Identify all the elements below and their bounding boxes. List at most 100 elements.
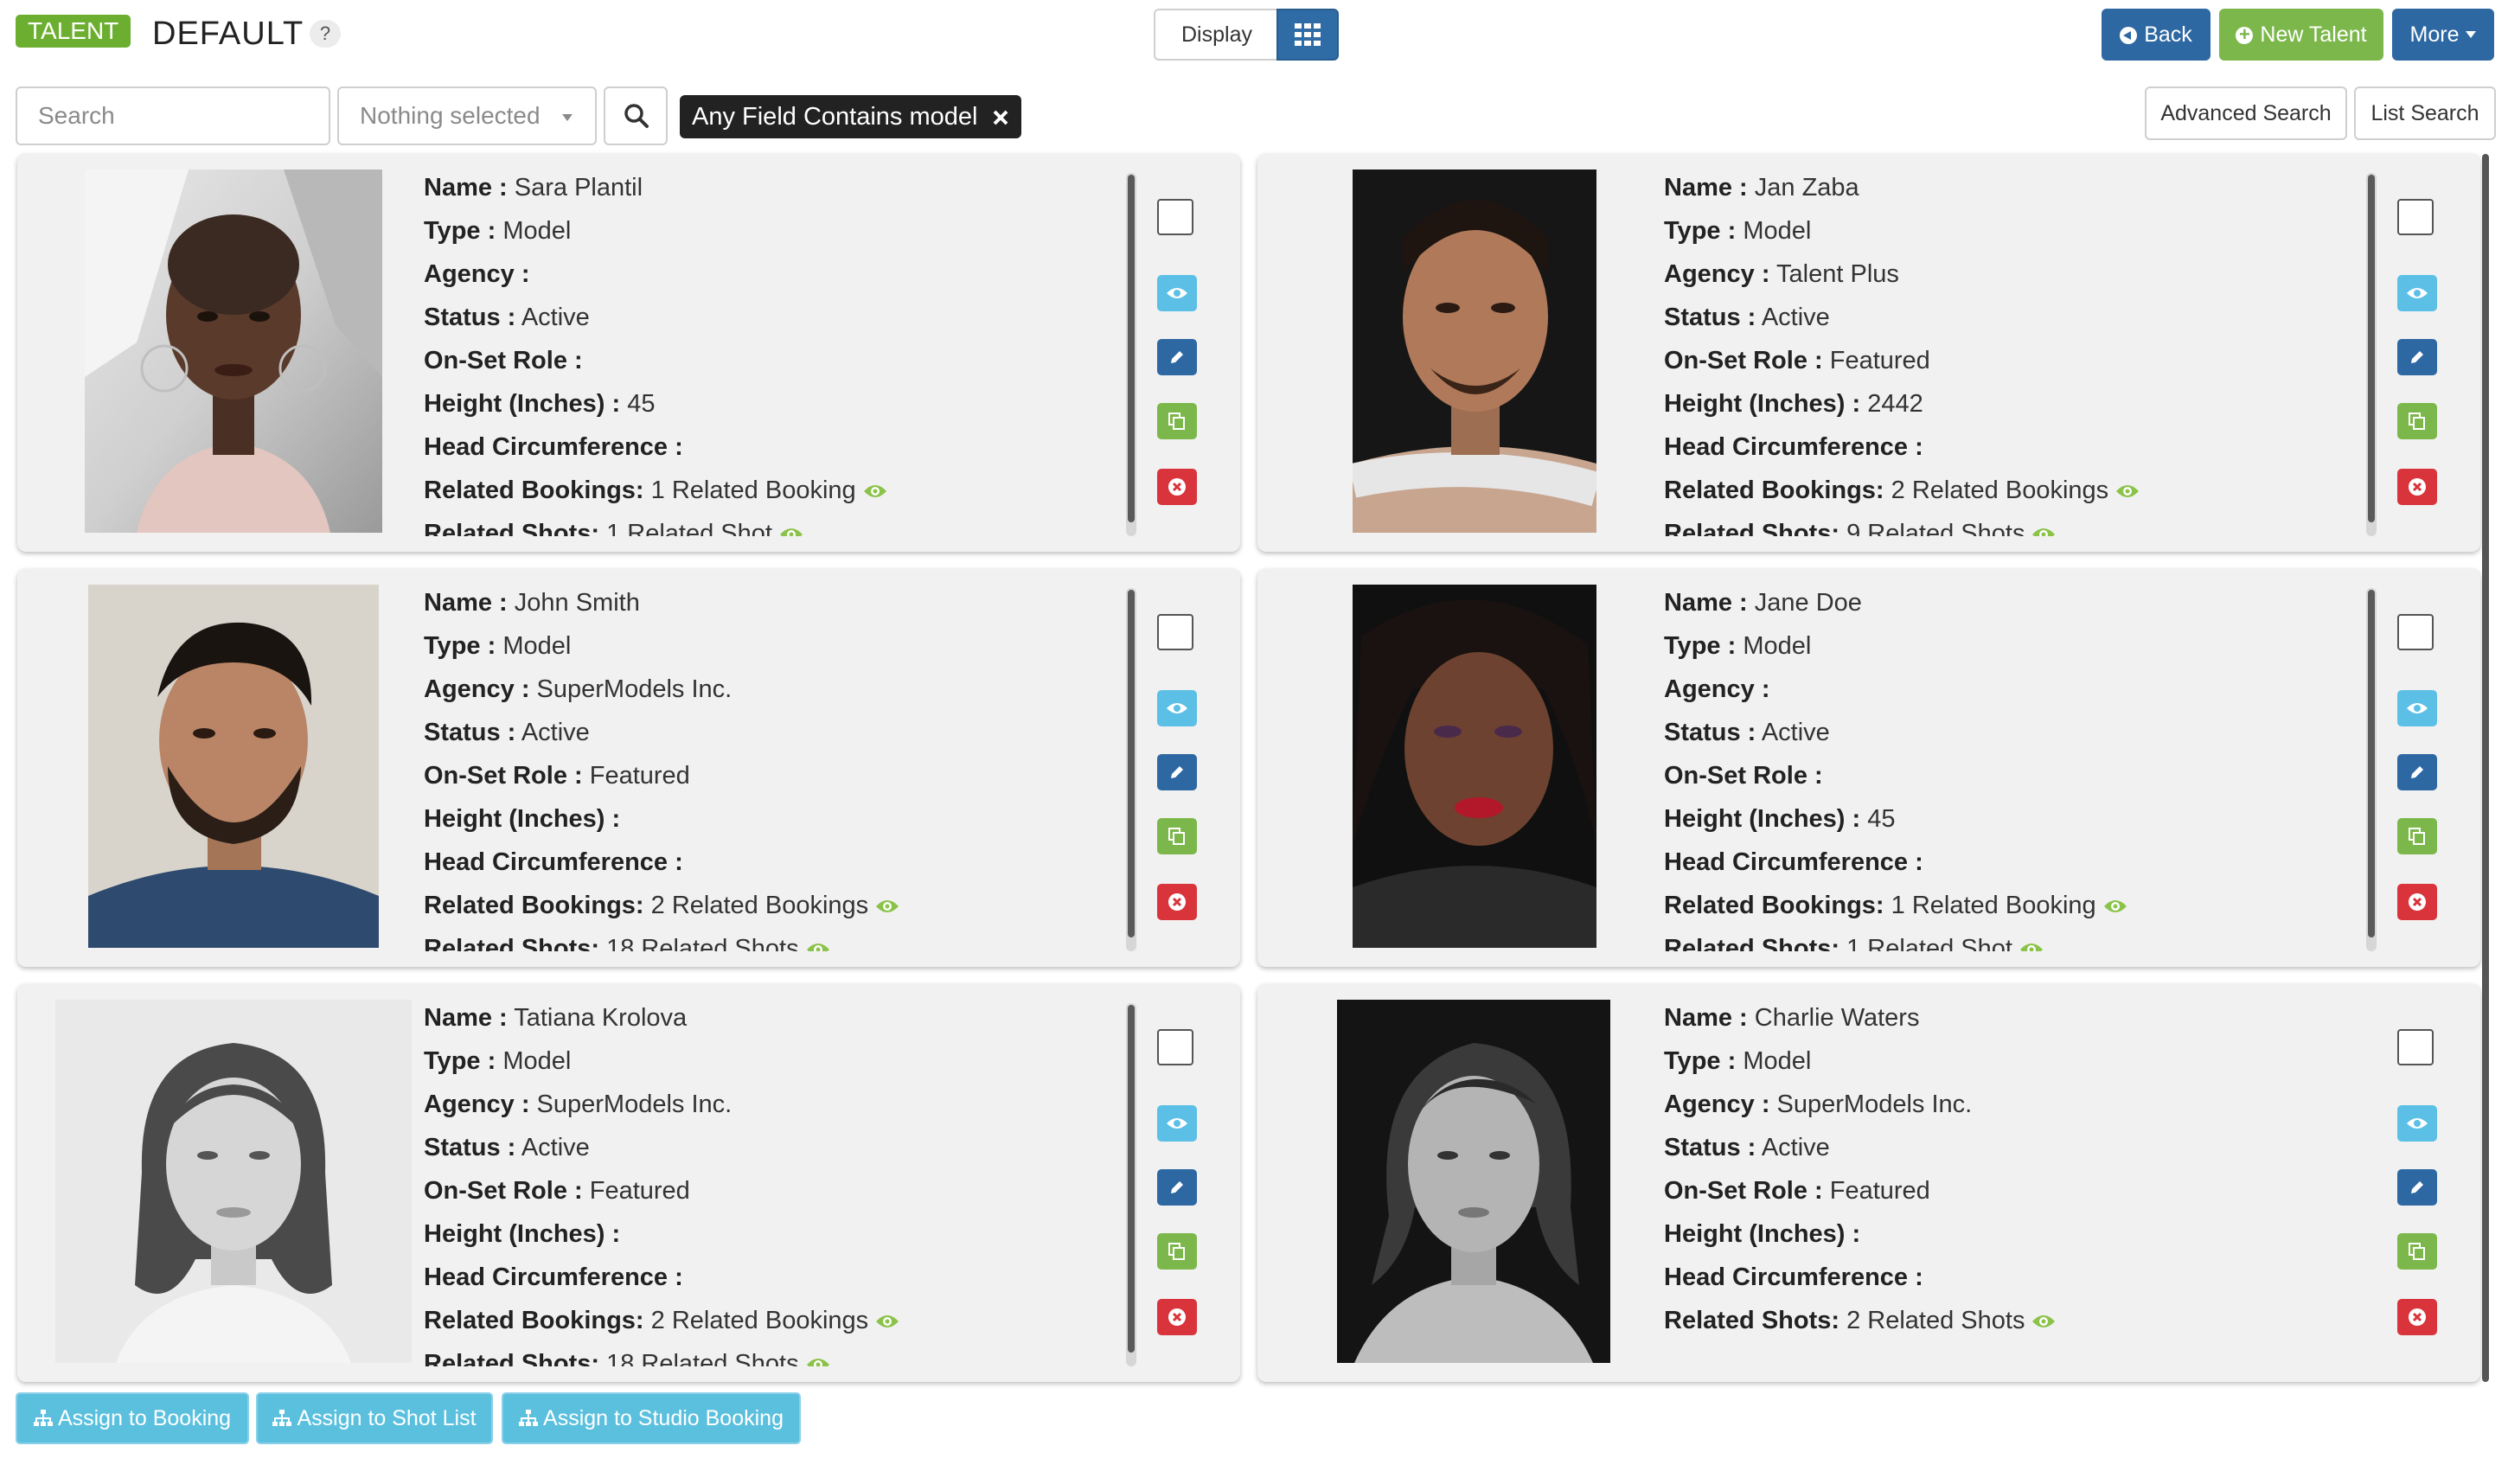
field-select[interactable]: Nothing selected — [337, 86, 597, 145]
delete-button[interactable] — [2397, 884, 2437, 920]
active-filter-chip[interactable]: Any Field Contains model — [680, 95, 1021, 138]
eye-icon[interactable] — [875, 898, 899, 915]
search-button[interactable] — [604, 86, 668, 145]
field-head: Head Circumference : — [424, 425, 1116, 469]
field-label: Head Circumference : — [424, 1263, 683, 1291]
field-label: Head Circumference : — [1664, 1263, 1923, 1291]
related-bookings-link[interactable]: 2 Related Bookings — [651, 892, 869, 919]
edit-button[interactable] — [2397, 339, 2437, 375]
field-label: Type : — [424, 632, 496, 660]
eye-icon[interactable] — [863, 483, 887, 500]
more-button[interactable]: More — [2392, 9, 2494, 61]
field-height: Height (Inches) : — [424, 1212, 1116, 1256]
related-bookings-link[interactable]: 2 Related Bookings — [1891, 477, 2109, 504]
select-checkbox[interactable] — [1157, 614, 1193, 650]
page-scrollbar[interactable] — [2480, 154, 2491, 1382]
assign-to-shot-list-button[interactable]: Assign to Shot List — [256, 1392, 493, 1444]
eye-icon[interactable] — [2031, 526, 2056, 536]
assign-to-booking-button[interactable]: Assign to Booking — [16, 1392, 249, 1444]
edit-button[interactable] — [2397, 1169, 2437, 1206]
copy-button[interactable] — [2397, 1233, 2437, 1270]
eye-icon[interactable] — [2115, 483, 2140, 500]
page-scrollbar-thumb[interactable] — [2482, 154, 2489, 1382]
list-search-button[interactable]: List Search — [2354, 86, 2496, 140]
copy-button[interactable] — [2397, 403, 2437, 439]
display-button[interactable]: Display — [1154, 9, 1278, 61]
new-talent-button-label: New Talent — [2260, 22, 2367, 47]
card-scrollbar-thumb[interactable] — [1128, 175, 1135, 522]
card-scrollbar[interactable] — [2366, 173, 2377, 536]
view-button[interactable] — [2397, 275, 2437, 311]
copy-button[interactable] — [1157, 1233, 1197, 1270]
search-input[interactable] — [16, 86, 330, 145]
edit-button[interactable] — [1157, 754, 1197, 790]
delete-button[interactable] — [1157, 884, 1197, 920]
related-bookings-link[interactable]: 2 Related Bookings — [651, 1307, 869, 1334]
edit-button[interactable] — [1157, 1169, 1197, 1206]
card-scrollbar[interactable] — [1126, 173, 1136, 536]
field-label: Status : — [424, 1134, 516, 1161]
delete-button[interactable] — [1157, 1299, 1197, 1335]
field-label: Type : — [424, 217, 496, 245]
related-shots-link[interactable]: 18 Related Shots — [606, 1350, 798, 1366]
copy-button[interactable] — [1157, 818, 1197, 854]
related-shots-link[interactable]: 2 Related Shots — [1846, 1307, 2025, 1334]
card-scrollbar-thumb[interactable] — [2368, 590, 2375, 937]
talent-photo — [1353, 585, 1596, 948]
advanced-search-button[interactable]: Advanced Search — [2145, 86, 2347, 140]
sitemap-icon — [519, 1410, 539, 1426]
related-bookings-link[interactable]: 1 Related Booking — [1891, 892, 2096, 919]
field-label: On-Set Role : — [1664, 1177, 1823, 1205]
talent-name: John Smith — [514, 589, 640, 617]
eye-icon[interactable] — [2103, 898, 2127, 915]
card-scrollbar-thumb[interactable] — [1128, 1005, 1135, 1353]
card-scrollbar-thumb[interactable] — [1128, 590, 1135, 937]
delete-button[interactable] — [2397, 1299, 2437, 1335]
new-talent-button[interactable]: New Talent — [2219, 9, 2383, 61]
edit-button[interactable] — [1157, 339, 1197, 375]
view-button[interactable] — [1157, 690, 1197, 726]
field-label: Name : — [1664, 589, 1748, 617]
close-icon[interactable] — [992, 109, 1009, 126]
related-shots-link[interactable]: 18 Related Shots — [606, 935, 798, 951]
eye-icon[interactable] — [875, 1313, 899, 1330]
eye-icon[interactable] — [2031, 1313, 2056, 1330]
view-button[interactable] — [2397, 690, 2437, 726]
talent-photo — [55, 1000, 412, 1363]
back-button[interactable]: Back — [2102, 9, 2210, 61]
eye-icon[interactable] — [2019, 941, 2044, 951]
view-button[interactable] — [2397, 1105, 2437, 1142]
edit-button[interactable] — [2397, 754, 2437, 790]
help-button[interactable]: ? — [310, 20, 341, 48]
field-head: Head Circumference : — [424, 1256, 1116, 1299]
copy-button[interactable] — [1157, 403, 1197, 439]
card-scrollbar[interactable] — [1126, 588, 1136, 951]
select-checkbox[interactable] — [2397, 1029, 2434, 1065]
card-scrollbar-thumb[interactable] — [2368, 175, 2375, 522]
copy-button[interactable] — [2397, 818, 2437, 854]
related-shots-link[interactable]: 9 Related Shots — [1846, 520, 2025, 536]
card-scrollbar[interactable] — [2366, 588, 2377, 951]
pencil-icon — [2411, 351, 2423, 363]
card-scrollbar[interactable] — [1126, 1003, 1136, 1366]
related-shots-link[interactable]: 1 Related Shot — [1846, 935, 2012, 951]
view-button[interactable] — [1157, 1105, 1197, 1142]
field-agency: Agency : SuperModels Inc. — [424, 668, 1116, 711]
grid-view-button[interactable] — [1276, 9, 1339, 61]
field-label: Status : — [1664, 304, 1756, 331]
select-checkbox[interactable] — [1157, 1029, 1193, 1065]
assign-to-studio-booking-button[interactable]: Assign to Studio Booking — [502, 1392, 801, 1444]
select-checkbox[interactable] — [2397, 199, 2434, 235]
related-bookings-link[interactable]: 1 Related Booking — [651, 477, 856, 504]
talent-card: Name : Tatiana Krolova Type : Model Agen… — [17, 984, 1240, 1382]
eye-icon[interactable] — [806, 941, 830, 951]
eye-icon[interactable] — [779, 526, 803, 536]
view-button[interactable] — [1157, 275, 1197, 311]
eye-icon[interactable] — [806, 1356, 830, 1366]
related-shots-link[interactable]: 1 Related Shot — [606, 520, 772, 536]
delete-button[interactable] — [2397, 469, 2437, 505]
talent-type: Model — [1743, 632, 1812, 660]
select-checkbox[interactable] — [1157, 199, 1193, 235]
select-checkbox[interactable] — [2397, 614, 2434, 650]
delete-button[interactable] — [1157, 469, 1197, 505]
